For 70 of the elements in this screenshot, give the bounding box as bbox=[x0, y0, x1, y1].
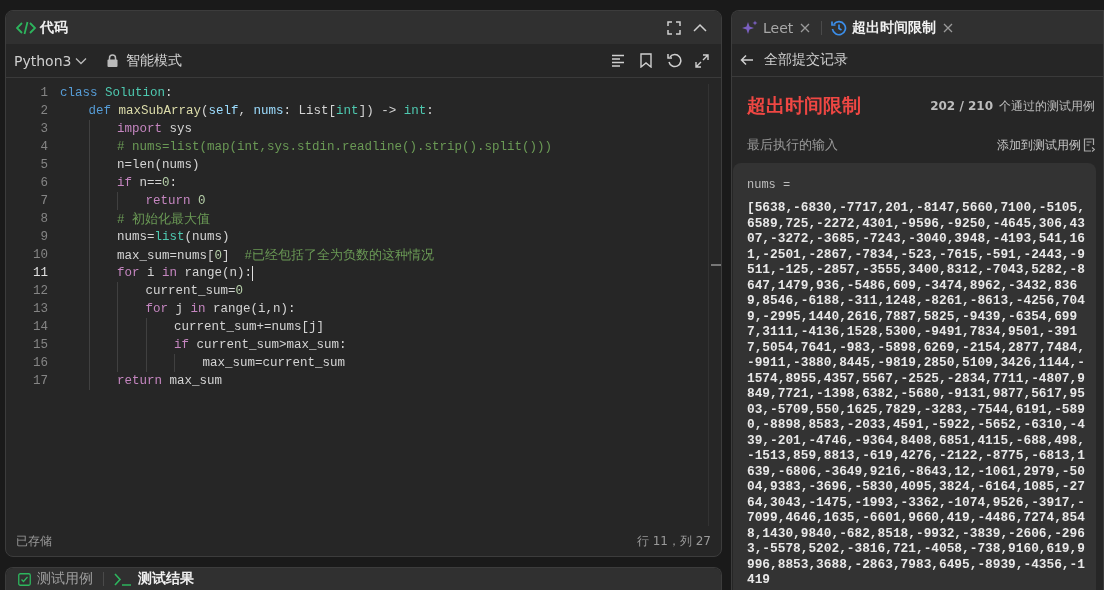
tab[interactable]: 超出时间限制 bbox=[852, 18, 937, 37]
text-cursor bbox=[252, 265, 254, 281]
section-heading: 最后执行的输入 bbox=[747, 136, 838, 154]
passed-label: 个通过的测试用例 bbox=[999, 97, 1095, 115]
code-line: for i in range(n): bbox=[117, 266, 253, 280]
line-number: 6 bbox=[39, 176, 48, 190]
code-line: current_sum=0 bbox=[145, 284, 244, 298]
verdict-title: 超出时间限制 bbox=[747, 93, 861, 118]
code-line: nums=list(nums) bbox=[117, 230, 230, 244]
line-number: 17 bbox=[32, 374, 48, 388]
line-number: 1 bbox=[39, 86, 48, 100]
code-line: class Solution: bbox=[60, 86, 173, 100]
sparkle-icon bbox=[742, 19, 758, 36]
panel-tab[interactable]: 测试结果 bbox=[138, 570, 194, 588]
input-name: nums = bbox=[747, 178, 791, 192]
scrollbar[interactable] bbox=[708, 84, 721, 526]
line-number: 16 bbox=[32, 356, 48, 370]
checkbox-icon bbox=[18, 572, 31, 586]
code-line: if n==0: bbox=[117, 176, 178, 190]
line-number: 5 bbox=[39, 158, 48, 172]
line-number: 7 bbox=[39, 194, 48, 208]
line-number: 3 bbox=[39, 122, 48, 136]
fullscreen-icon bbox=[667, 20, 681, 35]
undo-icon bbox=[666, 53, 682, 68]
chevron-down-icon bbox=[75, 56, 88, 65]
passed-count: 202 / 210 bbox=[930, 99, 993, 113]
align-left-icon bbox=[611, 54, 625, 67]
line-number: 11 bbox=[32, 266, 48, 280]
line-number: 10 bbox=[32, 248, 48, 262]
code-line: for j in range(i,n): bbox=[145, 302, 296, 316]
code-line: if current_sum>max_sum: bbox=[174, 338, 347, 352]
language-dropdown[interactable]: Python3 bbox=[14, 52, 88, 69]
code-line: max_sum=nums[0] #已经包括了全为负数的这种情况 bbox=[117, 247, 435, 264]
code-line: def maxSubArray(self, nums: List[int]) -> int: bbox=[88, 104, 434, 118]
close-icon bbox=[800, 22, 811, 33]
chevron-up-icon bbox=[693, 22, 707, 33]
code-line: n=len(nums) bbox=[117, 158, 200, 172]
panel-title: 代码 bbox=[40, 18, 68, 37]
input-value: [5638,-6830,-7717,201,-8147,5660,7100,-5105,6589,725,-2272,4301,-9596,-9250,-4645,306,4307,-3272,-3685,-7243,-3040,3948,-4193,541,161,-2501,-2867,-7834,-523,-7615,-591,-2443,-9511,-125,-2857,-3555,3400,8312,-7043,5282,-8647,1479,936,-5486,609,-3474,8962,-3432,8369,8546,-6188,-311,1248,-8261,-8613,-4256,7049,-2995,1440,2616,7887,5825,-9439,-6354,6997,3111,-4136,1528,5300,-9491,7834,9501,-3917,5054,7641,-983,-5898,6269,-2154,2877,7484,-9911,-3880,8445,-9819,2850,5109,3426,1144,-1574,8955,4357,5567,-2525,-2834,7711,-4807,9849,7721,-1398,6382,-5680,-9131,9877,5617,9503,-5709,550,1625,7829,-3283,-7544,6191,-5890,-8898,8583,-2033,4591,-5922,-5652,-6310,-439,-201,-4746,-9364,8408,6851,4115,-688,498,-1513,859,8813,-619,4276,-2122,-8775,-6813,1639,-6806,-3649,9216,-8643,12,-1061,2979,-5004,9383,-3696,-5830,4095,3824,-6164,1085,-2764,3043,-1475,-1993,-3362,-1074,9526,-3917,-7099,4646,1635,-6601,9660,419,-4486,7274,8548,1430,9840,-682,8518,-9932,-3839,-2606,-2963,-5578,5202,-3816,721,-4058,-738,9160,619,9996,8853,3688,-2863,7983,6495,-8939,-4356,-1419 bbox=[747, 200, 1086, 588]
line-number: 15 bbox=[32, 338, 48, 352]
code-icon bbox=[16, 19, 36, 36]
line-number: 9 bbox=[39, 230, 48, 244]
expand-icon bbox=[695, 53, 709, 68]
code-line: return 0 bbox=[145, 194, 206, 208]
code-line: # nums=list(map(int,sys.stdin.readline().strip().split())) bbox=[117, 140, 553, 154]
line-number: 13 bbox=[32, 302, 48, 316]
code-line: import sys bbox=[117, 122, 193, 136]
line-number: 8 bbox=[39, 212, 48, 226]
add-to-tests-button[interactable]: 添加到测试用例 bbox=[997, 136, 1095, 154]
line-number: 12 bbox=[32, 284, 48, 298]
history-icon bbox=[831, 19, 848, 36]
panel-tab[interactable]: 测试用例 bbox=[37, 570, 93, 588]
line-number: 4 bbox=[39, 140, 48, 154]
back-link[interactable]: 全部提交记录 bbox=[764, 51, 848, 69]
tab[interactable]: Leet bbox=[763, 19, 794, 36]
line-number: 2 bbox=[39, 104, 48, 118]
save-status: 已存储 bbox=[16, 532, 52, 550]
lock-icon bbox=[107, 54, 119, 67]
code-line: max_sum=current_sum bbox=[202, 356, 346, 370]
close-icon bbox=[943, 22, 954, 33]
code-line: # 初始化最大值 bbox=[117, 211, 210, 228]
add-file-icon bbox=[1083, 138, 1095, 152]
bookmark-icon bbox=[640, 53, 652, 68]
code-line: return max_sum bbox=[117, 374, 223, 388]
mode-label: 智能模式 bbox=[126, 51, 183, 70]
code-line: current_sum+=nums[j] bbox=[174, 320, 325, 334]
back-arrow-icon[interactable] bbox=[740, 54, 754, 66]
cursor-position: 行 11，列 27 bbox=[636, 532, 711, 550]
terminal-icon bbox=[114, 572, 132, 586]
line-number: 14 bbox=[32, 320, 48, 334]
